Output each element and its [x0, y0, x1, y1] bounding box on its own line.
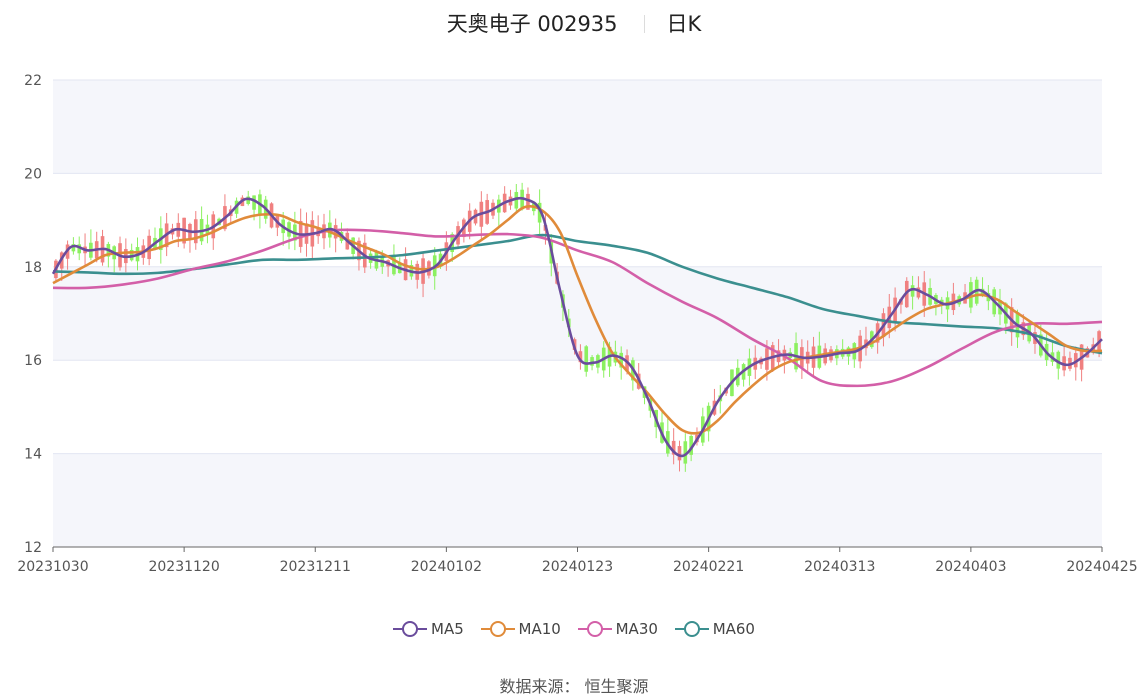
grid-band: [53, 266, 1102, 361]
candle-body: [677, 446, 682, 461]
x-tick-label: 20240123: [542, 559, 613, 575]
y-tick-label: 16: [24, 353, 42, 369]
y-tick-label: 18: [24, 260, 42, 276]
legend-item-ma60[interactable]: MA60: [674, 620, 755, 638]
x-tick-label: 20231030: [17, 559, 88, 575]
legend-item-ma5[interactable]: MA5: [393, 620, 464, 638]
legend: MA5 MA10 MA30 MA60: [0, 620, 1148, 641]
legend-item-ma30[interactable]: MA30: [577, 620, 658, 638]
legend-item-ma10[interactable]: MA10: [480, 620, 561, 638]
legend-ma5-label: MA5: [431, 620, 464, 638]
x-tick-label: 20231211: [280, 559, 351, 575]
y-tick-label: 14: [24, 447, 42, 463]
candle-body: [584, 346, 589, 372]
legend-ma30-icon: [577, 621, 612, 637]
legend-ma60-label: MA60: [712, 620, 755, 638]
y-tick-label: 20: [24, 166, 42, 182]
x-tick-label: 20240425: [1066, 559, 1137, 575]
x-tick-label: 20240102: [411, 559, 482, 575]
candle-body: [910, 285, 915, 297]
legend-ma5-icon: [393, 621, 427, 637]
x-tick-label: 20240313: [804, 559, 875, 575]
grid-band: [53, 80, 1102, 174]
x-tick-label: 20240221: [673, 559, 744, 575]
y-tick-label: 12: [24, 540, 42, 556]
legend-ma10-label: MA10: [518, 620, 561, 638]
candlestick-chart: 12 14 16 18 20 22 20231030 20231120 20231211 2024…: [17, 73, 1137, 575]
legend-ma30-label: MA30: [615, 620, 658, 638]
x-tick-label: 20231120: [148, 559, 219, 575]
legend-ma60-icon: [674, 621, 709, 637]
data-source: 数据来源： 恒生聚源: [499, 677, 649, 696]
grid-band: [53, 453, 1102, 547]
candle-body: [252, 195, 256, 210]
legend-ma10-icon: [480, 621, 515, 637]
y-tick-label: 22: [24, 73, 42, 89]
x-tick-label: 20240403: [935, 559, 1006, 575]
